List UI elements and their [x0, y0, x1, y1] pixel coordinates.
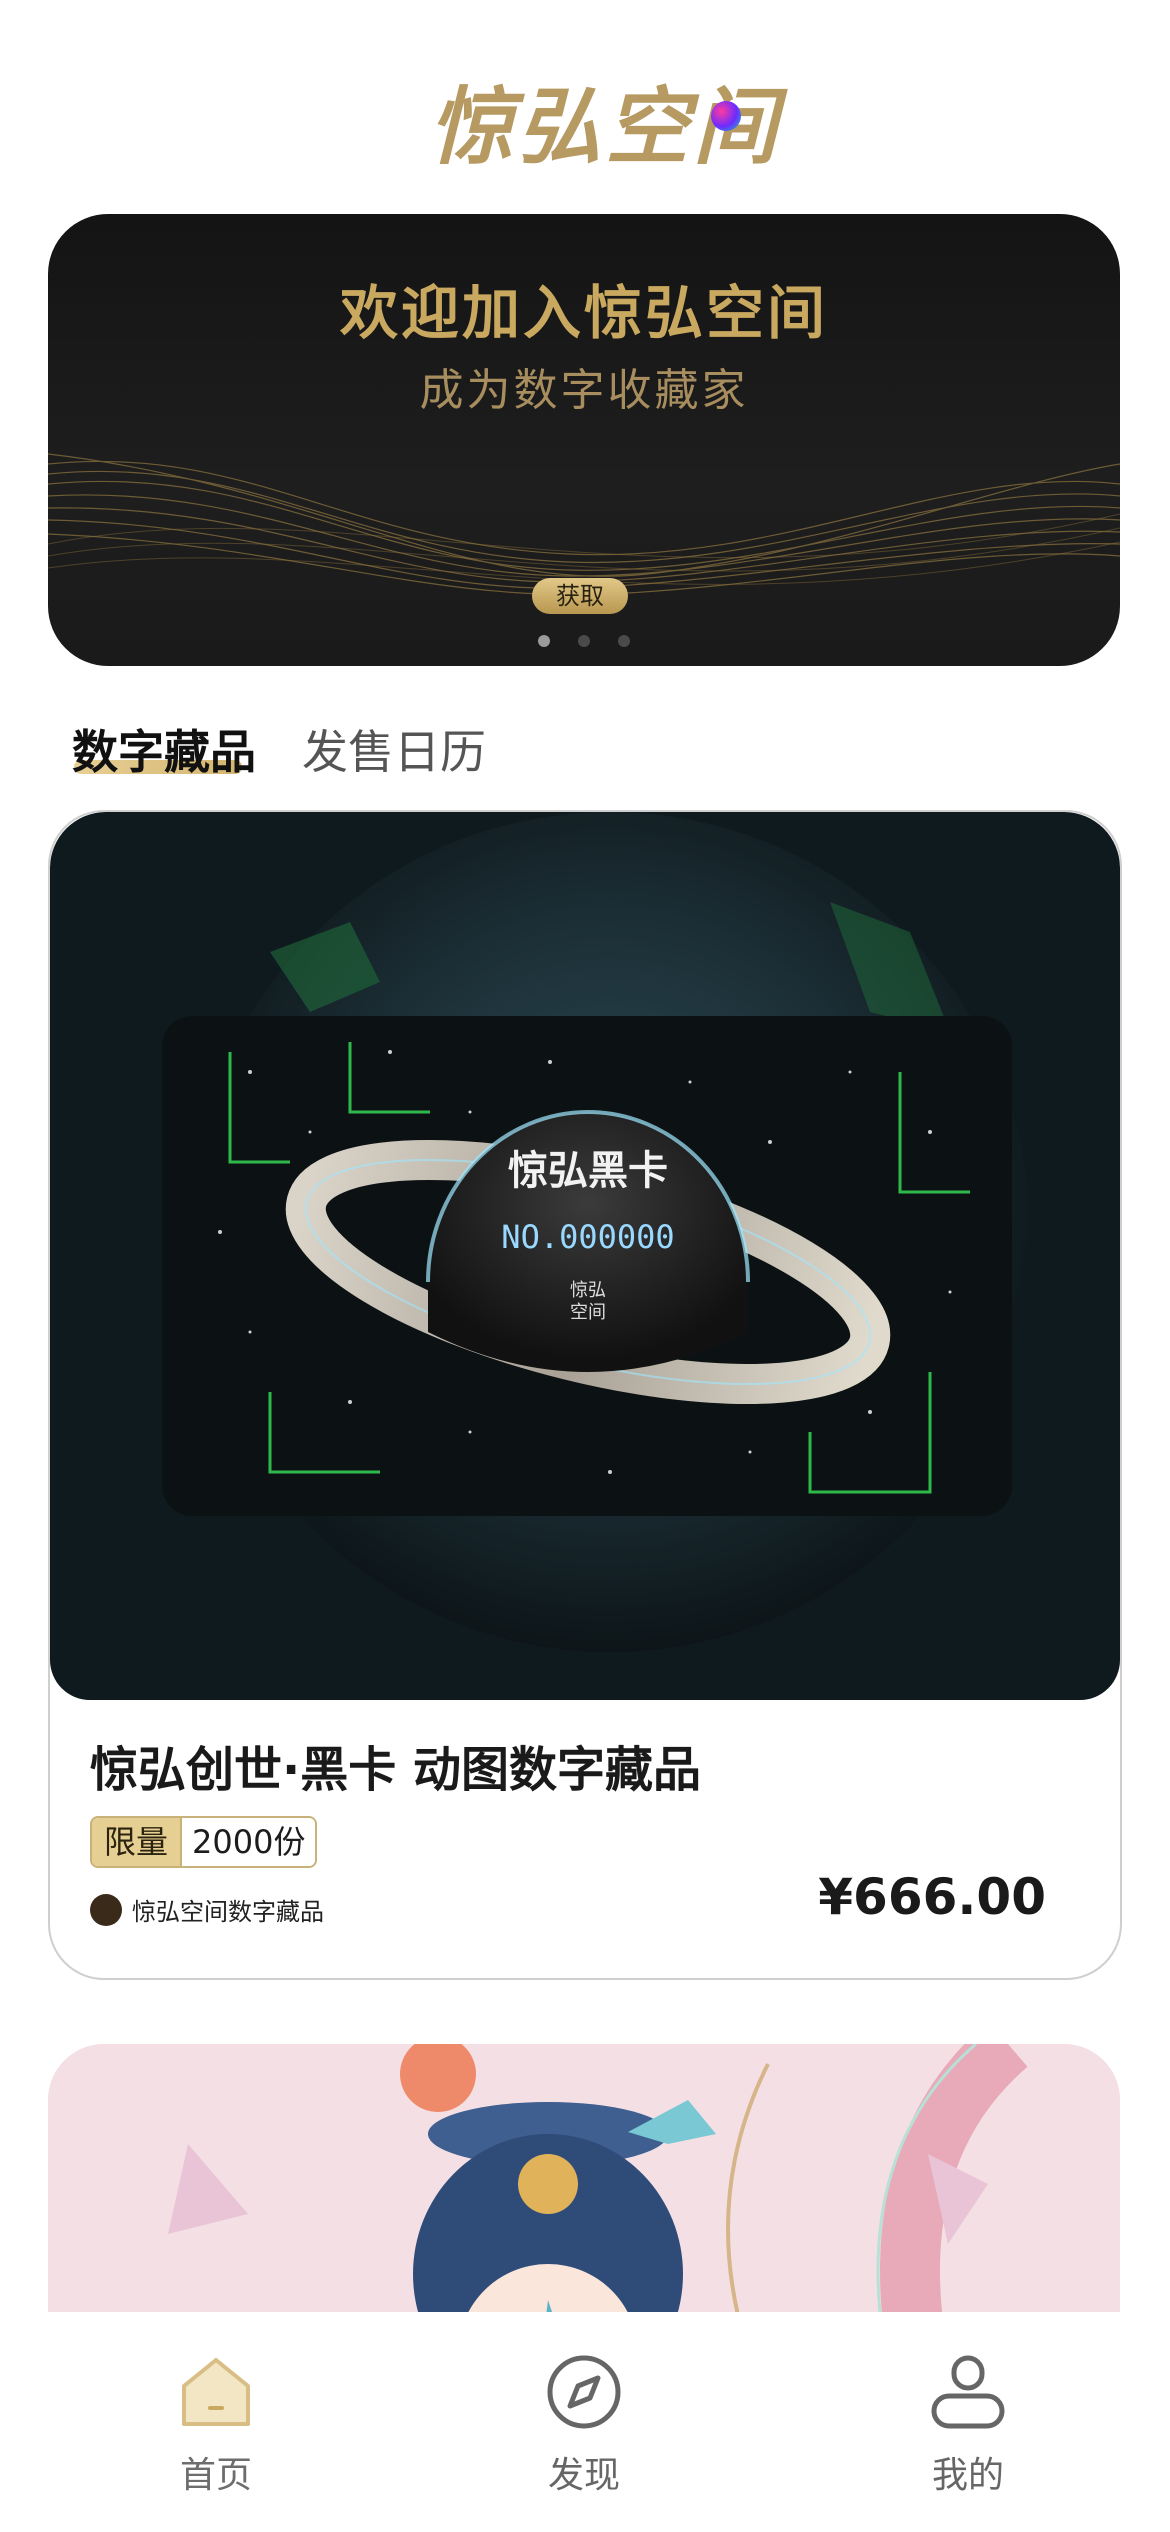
product-title: 惊弘创世·黑卡 动图数字藏品 [90, 1742, 701, 1798]
limited-label: 限量 [92, 1818, 181, 1866]
nav-discover-label: 发现 [547, 2455, 620, 2496]
nav-home[interactable]: 首页 [116, 2352, 316, 2498]
publisher-info: 惊弘空间数字藏品 [90, 1892, 324, 1927]
banner-title: 欢迎加入惊弘空间 [339, 279, 828, 347]
black-card-artwork: 惊弘黑卡 NO.000000 惊弘 空间 [50, 812, 1120, 1700]
banner-subtitle: 成为数字收藏家 [419, 365, 749, 416]
app-logo: 惊弘空间 [0, 60, 1170, 181]
logo-orb-icon [711, 101, 741, 131]
bottom-nav: 首页 发现 我的 [0, 2312, 1170, 2532]
limited-count: 2000份 [180, 1818, 316, 1866]
card-number-text: NO.000000 [501, 1218, 674, 1256]
nav-discover[interactable]: 发现 [484, 2352, 684, 2498]
carousel-indicator [48, 632, 1120, 651]
compass-icon [547, 2355, 621, 2429]
card-brand-text: 惊弘 [570, 1280, 606, 1301]
tab-digital-collections[interactable]: 数字藏品 [72, 716, 256, 782]
card-title-text: 惊弘黑卡 [508, 1148, 668, 1194]
product-price: ¥666.00 [818, 1868, 1046, 1926]
tab-release-calendar[interactable]: 发售日历 [302, 716, 486, 782]
product-card[interactable]: 惊弘黑卡 NO.000000 惊弘 空间 惊弘创世·黑卡 动图数字藏品 限量 2… [48, 810, 1122, 1980]
limited-badge: 限量 2000份 [90, 1816, 318, 1868]
tab-label: 数字藏品 [72, 725, 256, 779]
card-brand-text-2: 空间 [570, 1302, 606, 1323]
product-image[interactable]: 惊弘黑卡 NO.000000 惊弘 空间 [50, 812, 1120, 1700]
promo-banner[interactable]: 欢迎加入惊弘空间 成为数字收藏家 获取 [48, 214, 1120, 666]
banner-wave-decoration [48, 453, 1120, 596]
nav-profile-label: 我的 [931, 2455, 1004, 2496]
profile-icon [931, 2355, 1005, 2429]
carousel-dot[interactable] [578, 635, 590, 647]
carousel-dot[interactable] [538, 635, 550, 647]
nav-home-label: 首页 [179, 2455, 252, 2496]
nav-profile[interactable]: 我的 [868, 2352, 1068, 2498]
home-icon [182, 2358, 250, 2426]
carousel-dot[interactable] [618, 635, 630, 647]
publisher-name: 惊弘空间数字藏品 [132, 1898, 324, 1926]
banner-get-button[interactable]: 获取 [532, 578, 628, 614]
publisher-avatar [90, 1893, 122, 1926]
